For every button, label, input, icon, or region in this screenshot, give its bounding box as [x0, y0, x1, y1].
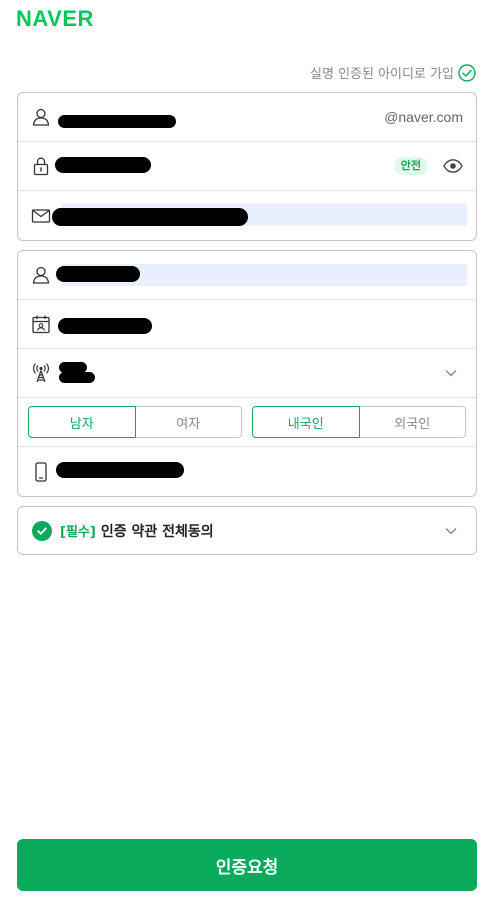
chevron-down-icon	[445, 370, 457, 377]
check-circle-icon[interactable]	[32, 520, 52, 541]
person-icon	[32, 108, 50, 126]
email-field[interactable]	[18, 191, 476, 240]
gender-female-option[interactable]: 여자	[135, 406, 242, 438]
antenna-icon	[32, 363, 50, 383]
naver-logo[interactable]: NAVER	[16, 6, 94, 32]
phone-field[interactable]	[18, 447, 476, 496]
realname-signup-link[interactable]: 실명 인증된 아이디로 가입	[310, 63, 476, 82]
birthdate-field[interactable]	[18, 300, 476, 349]
terms-agree-all[interactable]: [필수] 인증 약관 전체동의	[17, 506, 477, 555]
nationality-domestic-option[interactable]: 내국인	[252, 406, 360, 438]
password-field[interactable]: 안전	[18, 142, 476, 191]
email-value-redacted	[52, 208, 248, 226]
carrier-value-redacted-2	[59, 372, 95, 383]
realname-signup-label: 실명 인증된 아이디로 가입	[310, 67, 454, 82]
nationality-foreign-option[interactable]: 외국인	[359, 406, 466, 438]
person-icon	[32, 266, 50, 284]
name-value-redacted	[56, 266, 140, 282]
profile-box: 남자 여자 내국인 외국인	[17, 250, 477, 497]
gender-nationality-row: 남자 여자 내국인 외국인	[18, 398, 476, 447]
chevron-down-icon[interactable]	[444, 524, 458, 538]
phone-value-redacted	[56, 462, 184, 478]
terms-required-tag: [필수]	[60, 525, 96, 540]
id-field[interactable]: @naver.com	[18, 93, 476, 142]
eye-icon[interactable]	[442, 155, 464, 177]
password-value-redacted	[55, 157, 151, 173]
calendar-icon	[32, 315, 50, 334]
id-domain-suffix: @naver.com	[384, 109, 463, 125]
check-circle-icon	[458, 63, 476, 82]
name-field[interactable]	[18, 251, 476, 300]
password-strength-badge: 안전	[393, 157, 428, 175]
gender-male-option[interactable]: 남자	[28, 406, 136, 438]
verify-request-button[interactable]: 인증요청	[17, 839, 477, 891]
account-box: @naver.com 안전	[17, 92, 477, 241]
birthdate-value-redacted	[58, 318, 152, 334]
id-value-redacted	[58, 115, 176, 128]
nationality-toggle: 내국인 외국인	[252, 406, 466, 438]
gender-toggle: 남자 여자	[28, 406, 242, 438]
mail-icon	[31, 208, 51, 223]
carrier-select[interactable]	[18, 349, 476, 398]
terms-label: 인증 약관 전체동의	[100, 523, 214, 540]
lock-icon	[33, 157, 49, 176]
phone-icon	[35, 461, 47, 482]
